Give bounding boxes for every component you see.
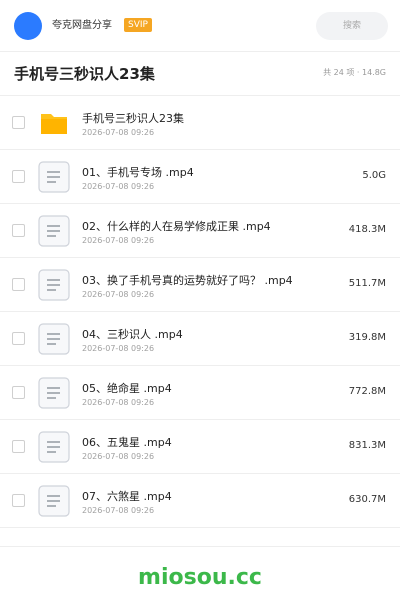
file-name[interactable]: 01、手机号专场 .mp4 xyxy=(82,166,194,179)
file-date: 2026-07-08 09:26 xyxy=(82,236,155,245)
file-date: 2026-07-08 09:26 xyxy=(82,452,155,461)
top-bar: 夸克网盘分享 SVIP xyxy=(0,0,400,52)
file-name[interactable]: 02、什么样的人在易学修成正果 .mp4 xyxy=(82,220,271,233)
row-checkbox[interactable] xyxy=(12,494,25,507)
file-name[interactable]: 07、六煞星 .mp4 xyxy=(82,490,172,503)
folder-header: 手机号三秒识人23集 共 24 项 · 14.8G xyxy=(0,52,400,96)
row-checkbox[interactable] xyxy=(12,170,25,183)
file-size: 630.7M xyxy=(348,494,386,505)
document-icon xyxy=(38,377,70,409)
watermark-text: miosou.cc xyxy=(138,565,262,590)
row-checkbox[interactable] xyxy=(12,224,25,237)
folder-row[interactable]: 手机号三秒识人23集 2026-07-08 09:26 xyxy=(0,96,400,150)
file-row[interactable]: 02、什么样的人在易学修成正果 .mp4 2026-07-08 09:26 418.… xyxy=(0,204,400,258)
document-icon xyxy=(38,431,70,463)
svip-badge: SVIP xyxy=(124,18,152,32)
folder-summary: 共 24 项 · 14.8G xyxy=(323,68,386,77)
file-size: 418.3M xyxy=(348,224,386,235)
file-list: 手机号三秒识人23集 2026-07-08 09:26 01、手机号专场 .mp4 2… xyxy=(0,96,400,528)
file-name[interactable]: 03、换了手机号真的运势就好了吗？ .mp4 xyxy=(82,274,293,287)
file-date: 2026-07-08 09:26 xyxy=(82,398,155,407)
file-row[interactable]: 05、绝命星 .mp4 2026-07-08 09:26 772.8M xyxy=(0,366,400,420)
file-row[interactable]: 03、换了手机号真的运势就好了吗？ .mp4 2026-07-08 09:26 51… xyxy=(0,258,400,312)
file-size: 831.3M xyxy=(348,440,386,451)
document-icon xyxy=(38,215,70,247)
file-name[interactable]: 05、绝命星 .mp4 xyxy=(82,382,172,395)
file-date: 2026-07-08 09:26 xyxy=(82,344,155,353)
file-row[interactable]: 07、六煞星 .mp4 2026-07-08 09:26 630.7M xyxy=(0,474,400,528)
file-date: 2026-07-08 09:26 xyxy=(82,506,155,515)
document-icon xyxy=(38,485,70,517)
page-title: 手机号三秒识人23集 xyxy=(14,65,155,83)
file-name[interactable]: 04、三秒识人 .mp4 xyxy=(82,328,183,341)
footer: miosou.cc xyxy=(0,546,400,600)
row-checkbox[interactable] xyxy=(12,116,25,129)
file-date: 2026-07-08 09:26 xyxy=(82,290,155,299)
document-icon xyxy=(38,269,70,301)
search-input[interactable] xyxy=(316,12,388,40)
file-name[interactable]: 手机号三秒识人23集 xyxy=(82,112,184,125)
document-icon xyxy=(38,323,70,355)
row-checkbox[interactable] xyxy=(12,332,25,345)
file-size: 511.7M xyxy=(348,278,386,289)
row-checkbox[interactable] xyxy=(12,278,25,291)
row-checkbox[interactable] xyxy=(12,386,25,399)
folder-icon xyxy=(38,107,70,139)
brand-name: 夸克网盘分享 xyxy=(52,20,112,31)
file-size: 772.8M xyxy=(348,386,386,397)
file-size: 5.0G xyxy=(362,170,386,181)
row-checkbox[interactable] xyxy=(12,440,25,453)
file-date: 2026-07-08 09:26 xyxy=(82,128,155,137)
file-row[interactable]: 01、手机号专场 .mp4 2026-07-08 09:26 5.0G xyxy=(0,150,400,204)
file-size: 319.8M xyxy=(348,332,386,343)
avatar[interactable] xyxy=(14,12,42,40)
file-row[interactable]: 04、三秒识人 .mp4 2026-07-08 09:26 319.8M xyxy=(0,312,400,366)
file-date: 2026-07-08 09:26 xyxy=(82,182,155,191)
file-name[interactable]: 06、五鬼星 .mp4 xyxy=(82,436,172,449)
document-icon xyxy=(38,161,70,193)
file-row[interactable]: 06、五鬼星 .mp4 2026-07-08 09:26 831.3M xyxy=(0,420,400,474)
